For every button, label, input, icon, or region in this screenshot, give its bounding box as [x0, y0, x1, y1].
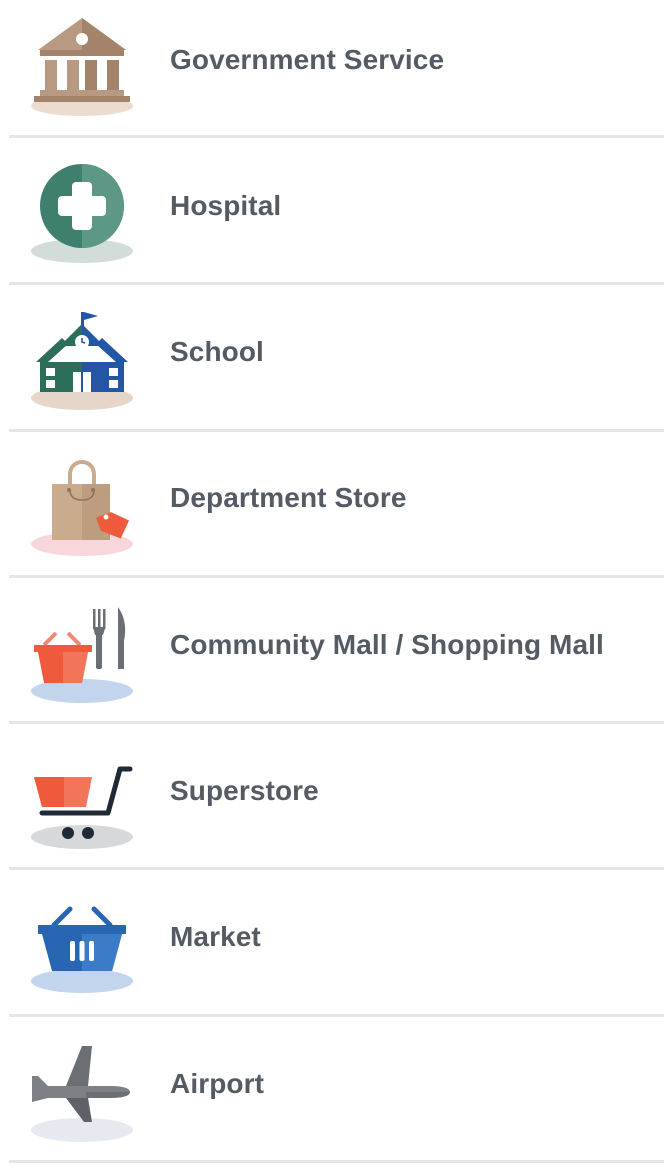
place-item-market[interactable]: Market	[0, 877, 664, 1023]
place-category-list: Government Service Hospital School Depar…	[0, 0, 664, 1167]
airplane-icon	[26, 1032, 138, 1144]
place-item-hospital[interactable]: Hospital	[0, 146, 664, 292]
place-item-community-mall[interactable]: Community Mall / Shopping Mall	[0, 585, 664, 731]
row-divider	[9, 1014, 664, 1017]
place-label: Community Mall / Shopping Mall	[170, 629, 604, 660]
place-item-department-store[interactable]: Department Store	[0, 438, 664, 584]
row-divider	[9, 1160, 664, 1163]
school-building-icon	[26, 300, 138, 412]
government-building-icon	[26, 8, 138, 120]
hospital-cross-icon	[26, 154, 138, 266]
row-divider	[9, 135, 664, 138]
row-divider	[9, 282, 664, 285]
row-divider	[9, 721, 664, 724]
shopping-bag-icon	[26, 446, 138, 558]
place-label: Airport	[170, 1068, 265, 1099]
place-item-government-service[interactable]: Government Service	[0, 0, 664, 146]
basket-cutlery-icon	[26, 593, 138, 705]
place-label: School	[170, 336, 264, 367]
place-item-superstore[interactable]: Superstore	[0, 731, 664, 877]
row-divider	[9, 867, 664, 870]
place-item-school[interactable]: School	[0, 292, 664, 438]
place-label: Hospital	[170, 190, 282, 221]
place-item-airport[interactable]: Airport	[0, 1024, 664, 1170]
row-divider	[9, 429, 664, 432]
shopping-cart-icon	[26, 739, 138, 851]
place-label: Government Service	[170, 44, 445, 75]
place-label: Department Store	[170, 482, 407, 513]
place-label: Market	[170, 921, 261, 952]
place-label: Superstore	[170, 775, 319, 806]
row-divider	[9, 575, 664, 578]
market-basket-icon	[26, 885, 138, 997]
